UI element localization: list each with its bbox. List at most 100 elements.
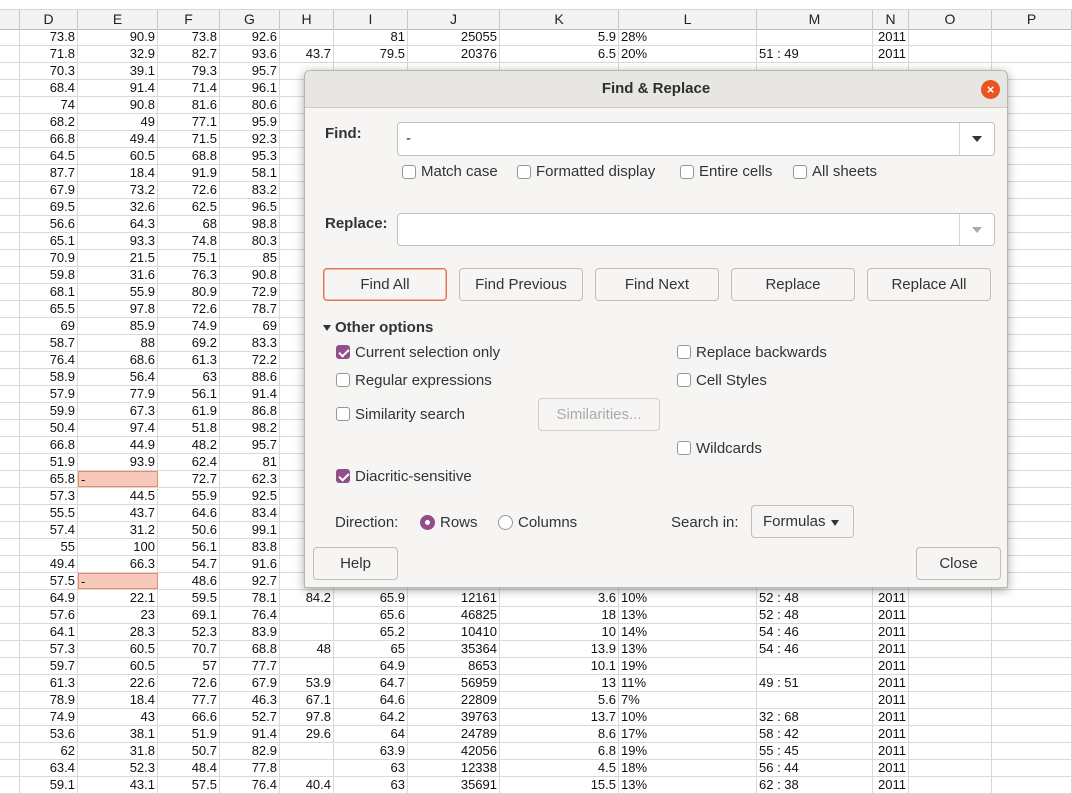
find-all-button[interactable]: Find All [323,268,447,301]
cell-d[interactable]: 78.9 [20,692,78,708]
entire-cells-checkbox[interactable] [680,165,694,179]
cell-f[interactable]: 72.7 [158,471,220,487]
cell-i[interactable]: 64.9 [334,658,408,674]
cell-e[interactable]: 31.6 [78,267,158,283]
cell-o[interactable] [909,743,992,759]
cell-f[interactable]: 62.4 [158,454,220,470]
cell-f[interactable]: 48.6 [158,573,220,589]
cell-f[interactable]: 56.1 [158,539,220,555]
column-header-j[interactable]: J [408,10,500,29]
cell-h[interactable]: 84.2 [280,590,334,606]
cell-f[interactable]: 79.3 [158,63,220,79]
cell-e[interactable]: 28.3 [78,624,158,640]
cell-k[interactable]: 13 [500,675,619,691]
cell-f[interactable]: 82.7 [158,46,220,62]
cell-f[interactable]: 48.2 [158,437,220,453]
cell-f[interactable]: 66.6 [158,709,220,725]
cell-g[interactable]: 52.7 [220,709,280,725]
cell-o[interactable] [909,692,992,708]
cell-e[interactable]: 43.7 [78,505,158,521]
regular-expressions-checkbox[interactable] [336,373,350,387]
cell-i[interactable]: 64.6 [334,692,408,708]
cell-g[interactable]: 83.2 [220,182,280,198]
cell-g[interactable]: 80.6 [220,97,280,113]
cell-e[interactable]: 23 [78,607,158,623]
cell-o[interactable] [909,709,992,725]
cell-g[interactable]: 72.9 [220,284,280,300]
cell-g[interactable]: 82.9 [220,743,280,759]
cell-i[interactable]: 64 [334,726,408,742]
cell-d[interactable]: 70.9 [20,250,78,266]
cell-e[interactable]: 97.4 [78,420,158,436]
cell-h[interactable] [280,658,334,674]
other-options-expander[interactable]: Other options [335,319,433,336]
cell-d[interactable]: 64.9 [20,590,78,606]
cell-g[interactable]: 90.8 [220,267,280,283]
cell-d[interactable]: 58.7 [20,335,78,351]
cell-h[interactable] [280,624,334,640]
cell-g[interactable]: 96.1 [220,80,280,96]
cell-d[interactable]: 56.6 [20,216,78,232]
cell-l[interactable]: 13% [619,777,757,793]
cell-g[interactable]: 95.7 [220,437,280,453]
cell-e[interactable]: 44.5 [78,488,158,504]
cell-k[interactable]: 6.5 [500,46,619,62]
cell-e[interactable]: 31.2 [78,522,158,538]
cell-f[interactable]: 72.6 [158,182,220,198]
cell-g[interactable]: 83.4 [220,505,280,521]
cell-i[interactable]: 63.9 [334,743,408,759]
cell-f[interactable]: 61.3 [158,352,220,368]
help-button[interactable]: Help [313,547,398,580]
cell-h[interactable]: 53.9 [280,675,334,691]
cell-j[interactable]: 42056 [408,743,500,759]
cell-e[interactable]: 93.3 [78,233,158,249]
cell-j[interactable]: 24789 [408,726,500,742]
cell-e[interactable]: 39.1 [78,63,158,79]
cell-d[interactable]: 67.9 [20,182,78,198]
cell-f[interactable]: 68.8 [158,148,220,164]
cell-g[interactable]: 81 [220,454,280,470]
cell-n[interactable]: 2011 [873,777,909,793]
find-next-button[interactable]: Find Next [595,268,719,301]
cell-g[interactable]: 46.3 [220,692,280,708]
cell-g[interactable]: 92.5 [220,488,280,504]
cell-d[interactable]: 65.8 [20,471,78,487]
cell-f[interactable]: 64.6 [158,505,220,521]
cell-d[interactable]: 61.3 [20,675,78,691]
cell-h[interactable]: 40.4 [280,777,334,793]
cell-f[interactable]: 77.1 [158,114,220,130]
cell-j[interactable]: 10410 [408,624,500,640]
cell-i[interactable]: 65.9 [334,590,408,606]
cell-m[interactable] [757,692,873,708]
cell-p[interactable] [992,29,1072,45]
cell-f[interactable]: 50.6 [158,522,220,538]
cell-f[interactable]: 81.6 [158,97,220,113]
cell-f[interactable]: 68 [158,216,220,232]
cell-f[interactable]: 54.7 [158,556,220,572]
cell-o[interactable] [909,726,992,742]
cell-n[interactable]: 2011 [873,709,909,725]
similarity-search-checkbox[interactable] [336,407,350,421]
cell-f[interactable]: 76.3 [158,267,220,283]
all-sheets-checkbox[interactable] [793,165,807,179]
cell-p[interactable] [992,675,1072,691]
cell-k[interactable]: 10.1 [500,658,619,674]
cell-o[interactable] [909,624,992,640]
cell-m[interactable]: 54 : 46 [757,624,873,640]
cell-g[interactable]: 77.8 [220,760,280,776]
cell-i[interactable]: 63 [334,760,408,776]
cell-o[interactable] [909,46,992,62]
cell-k[interactable]: 6.8 [500,743,619,759]
cell-g[interactable]: 95.7 [220,63,280,79]
cell-i[interactable]: 63 [334,777,408,793]
match-case-checkbox[interactable] [402,165,416,179]
cell-f[interactable]: 57 [158,658,220,674]
cell-f[interactable]: 51.9 [158,726,220,742]
replace-combobox[interactable] [397,213,995,246]
cell-d[interactable]: 57.6 [20,607,78,623]
cell-f[interactable]: 69.2 [158,335,220,351]
cell-o[interactable] [909,675,992,691]
cell-o[interactable] [909,658,992,674]
cell-e[interactable]: 73.2 [78,182,158,198]
column-header-h[interactable]: H [280,10,334,29]
